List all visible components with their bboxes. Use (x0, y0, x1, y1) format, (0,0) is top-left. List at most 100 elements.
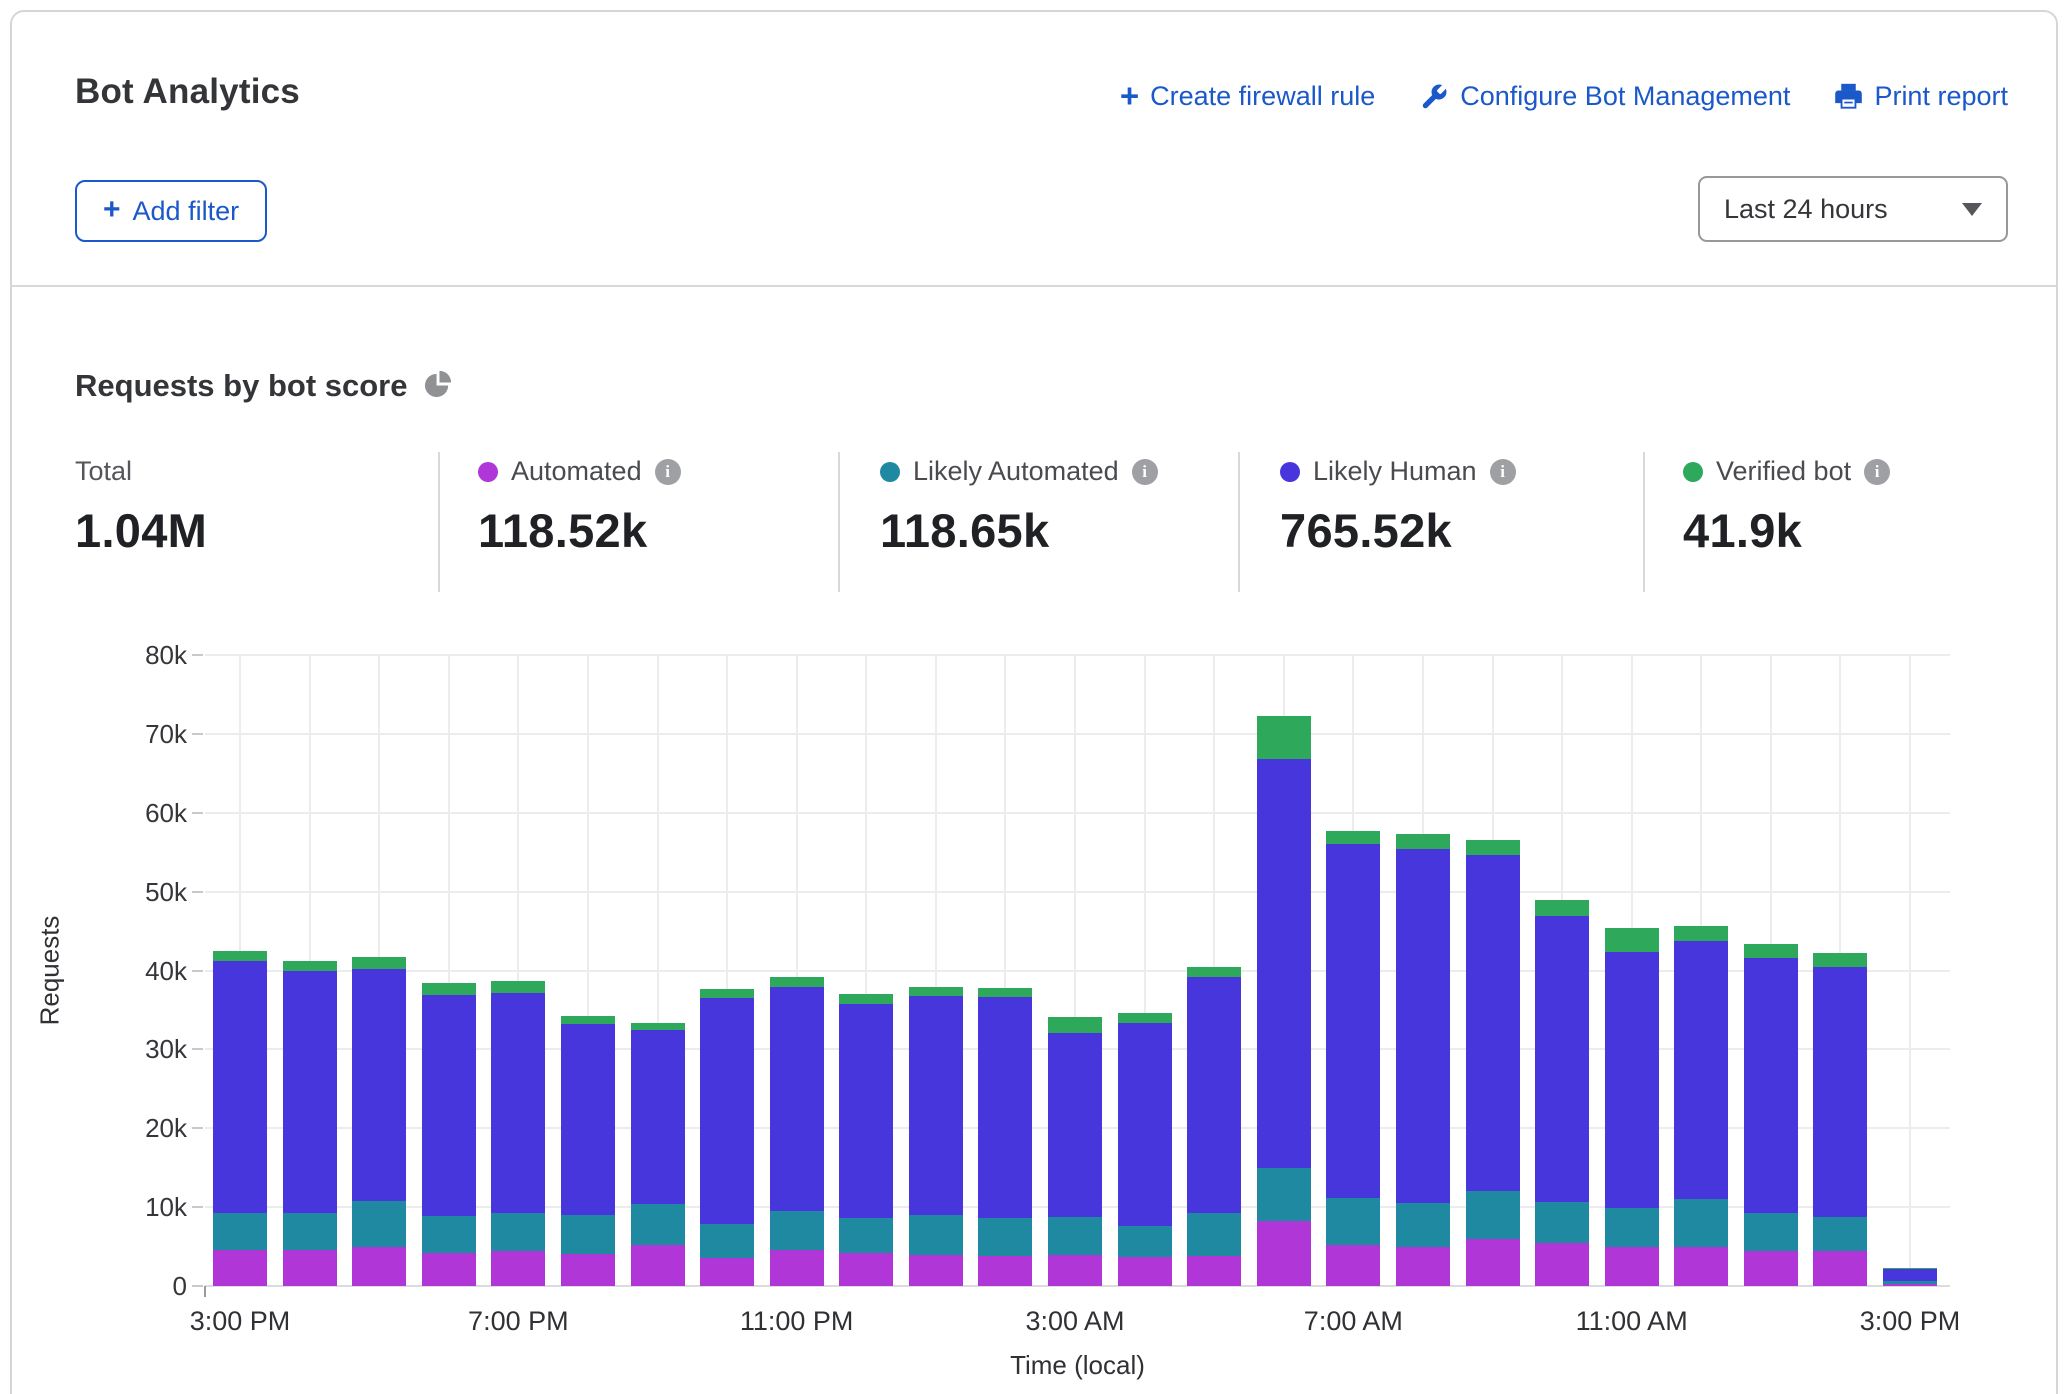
bar-segment-automated[interactable] (1326, 1245, 1380, 1286)
bar-segment-likely-human[interactable] (352, 969, 406, 1201)
bar-segment-likely-automated[interactable] (1257, 1168, 1311, 1222)
bar-segment-likely-human[interactable] (1605, 952, 1659, 1208)
create-firewall-rule-link[interactable]: + Create firewall rule (1120, 80, 1375, 113)
bar-segment-verified-bot[interactable] (561, 1016, 615, 1024)
bar-segment-verified-bot[interactable] (1118, 1013, 1172, 1022)
bar-segment-verified-bot[interactable] (352, 957, 406, 969)
bar-segment-automated[interactable] (978, 1256, 1032, 1286)
print-report-link[interactable]: Print report (1834, 81, 2008, 112)
bar-segment-likely-automated[interactable] (1535, 1202, 1589, 1243)
bar-segment-likely-automated[interactable] (283, 1213, 337, 1250)
bar-segment-verified-bot[interactable] (1813, 953, 1867, 966)
add-filter-button[interactable]: + Add filter (75, 180, 267, 242)
bar-segment-likely-human[interactable] (1674, 941, 1728, 1200)
bar-segment-likely-human[interactable] (561, 1024, 615, 1215)
bar-segment-automated[interactable] (283, 1250, 337, 1286)
bar-segment-automated[interactable] (1466, 1239, 1520, 1286)
bar-segment-likely-human[interactable] (1466, 855, 1520, 1191)
bar-segment-automated[interactable] (1813, 1251, 1867, 1286)
bar-segment-likely-automated[interactable] (631, 1204, 685, 1245)
bar-segment-likely-human[interactable] (1048, 1033, 1102, 1217)
bar-segment-verified-bot[interactable] (839, 994, 893, 1003)
bar-segment-likely-automated[interactable] (1187, 1213, 1241, 1256)
info-icon[interactable]: i (1132, 459, 1158, 485)
bar-segment-likely-automated[interactable] (1674, 1199, 1728, 1247)
bar-segment-likely-automated[interactable] (561, 1215, 615, 1254)
bar-segment-automated[interactable] (839, 1253, 893, 1286)
time-range-select[interactable]: Last 24 hours (1698, 176, 2008, 242)
bar-segment-verified-bot[interactable] (1048, 1017, 1102, 1033)
bar-segment-likely-human[interactable] (1535, 916, 1589, 1202)
bar-segment-automated[interactable] (561, 1254, 615, 1286)
bar-segment-verified-bot[interactable] (213, 951, 267, 961)
bar-segment-likely-automated[interactable] (1326, 1198, 1380, 1245)
bar-segment-likely-human[interactable] (1883, 1269, 1937, 1282)
bar-segment-verified-bot[interactable] (1535, 900, 1589, 916)
bar-segment-verified-bot[interactable] (1396, 834, 1450, 849)
bar-segment-likely-human[interactable] (1326, 844, 1380, 1197)
bar-segment-likely-automated[interactable] (1605, 1208, 1659, 1247)
bar-segment-likely-human[interactable] (1257, 759, 1311, 1168)
bar-segment-automated[interactable] (1187, 1256, 1241, 1286)
bar-segment-likely-automated[interactable] (491, 1213, 545, 1251)
info-icon[interactable]: i (655, 459, 681, 485)
bar-segment-likely-human[interactable] (909, 996, 963, 1215)
bar-segment-automated[interactable] (1257, 1221, 1311, 1286)
bar-segment-verified-bot[interactable] (1674, 926, 1728, 940)
bar-segment-verified-bot[interactable] (422, 983, 476, 995)
bar-segment-verified-bot[interactable] (283, 961, 337, 971)
bar-segment-likely-human[interactable] (422, 995, 476, 1216)
bar-segment-likely-automated[interactable] (1396, 1203, 1450, 1247)
bar-segment-automated[interactable] (1883, 1284, 1937, 1286)
bar-segment-verified-bot[interactable] (1605, 928, 1659, 952)
bar-segment-likely-automated[interactable] (1813, 1217, 1867, 1251)
bar-segment-likely-automated[interactable] (1883, 1281, 1937, 1283)
bar-segment-verified-bot[interactable] (491, 981, 545, 993)
bar-segment-likely-automated[interactable] (978, 1218, 1032, 1256)
bar-segment-likely-human[interactable] (1118, 1023, 1172, 1226)
bar-segment-automated[interactable] (1605, 1247, 1659, 1286)
bar-segment-likely-human[interactable] (978, 997, 1032, 1218)
bar-segment-verified-bot[interactable] (700, 989, 754, 998)
bar-segment-automated[interactable] (422, 1253, 476, 1286)
bar-segment-automated[interactable] (1048, 1255, 1102, 1286)
bar-segment-verified-bot[interactable] (1466, 840, 1520, 855)
bar-segment-likely-automated[interactable] (422, 1216, 476, 1253)
bar-segment-automated[interactable] (1674, 1247, 1728, 1286)
bar-segment-verified-bot[interactable] (1257, 716, 1311, 759)
bar-segment-automated[interactable] (631, 1245, 685, 1286)
bar-segment-likely-automated[interactable] (909, 1215, 963, 1255)
bar-segment-likely-human[interactable] (491, 993, 545, 1213)
bar-segment-verified-bot[interactable] (1883, 1268, 1937, 1269)
bar-segment-likely-human[interactable] (839, 1004, 893, 1219)
bar-segment-likely-human[interactable] (1813, 967, 1867, 1218)
bar-segment-likely-human[interactable] (631, 1030, 685, 1204)
bar-segment-automated[interactable] (1744, 1251, 1798, 1286)
bar-segment-likely-human[interactable] (283, 971, 337, 1212)
bar-segment-likely-automated[interactable] (352, 1201, 406, 1248)
info-icon[interactable]: i (1864, 459, 1890, 485)
bar-segment-automated[interactable] (909, 1255, 963, 1286)
bar-segment-verified-bot[interactable] (770, 977, 824, 987)
bar-segment-likely-automated[interactable] (770, 1211, 824, 1250)
bar-segment-likely-human[interactable] (1187, 977, 1241, 1214)
bar-segment-likely-automated[interactable] (1744, 1213, 1798, 1250)
bar-segment-likely-automated[interactable] (1466, 1191, 1520, 1238)
bar-segment-likely-automated[interactable] (700, 1224, 754, 1257)
bar-segment-automated[interactable] (352, 1247, 406, 1286)
configure-bot-management-link[interactable]: Configure Bot Management (1419, 81, 1790, 112)
bar-segment-likely-human[interactable] (700, 998, 754, 1224)
bar-segment-likely-human[interactable] (770, 987, 824, 1211)
bar-segment-verified-bot[interactable] (631, 1023, 685, 1031)
bar-segment-automated[interactable] (491, 1251, 545, 1286)
bar-segment-verified-bot[interactable] (1744, 944, 1798, 957)
bar-segment-likely-automated[interactable] (1118, 1226, 1172, 1257)
bar-segment-verified-bot[interactable] (978, 988, 1032, 997)
bar-segment-verified-bot[interactable] (909, 987, 963, 996)
bar-segment-verified-bot[interactable] (1187, 967, 1241, 977)
bar-segment-automated[interactable] (1535, 1243, 1589, 1286)
bar-segment-likely-automated[interactable] (1048, 1217, 1102, 1256)
info-icon[interactable]: i (1490, 459, 1516, 485)
bar-segment-likely-human[interactable] (1396, 849, 1450, 1203)
bar-segment-verified-bot[interactable] (1326, 831, 1380, 844)
